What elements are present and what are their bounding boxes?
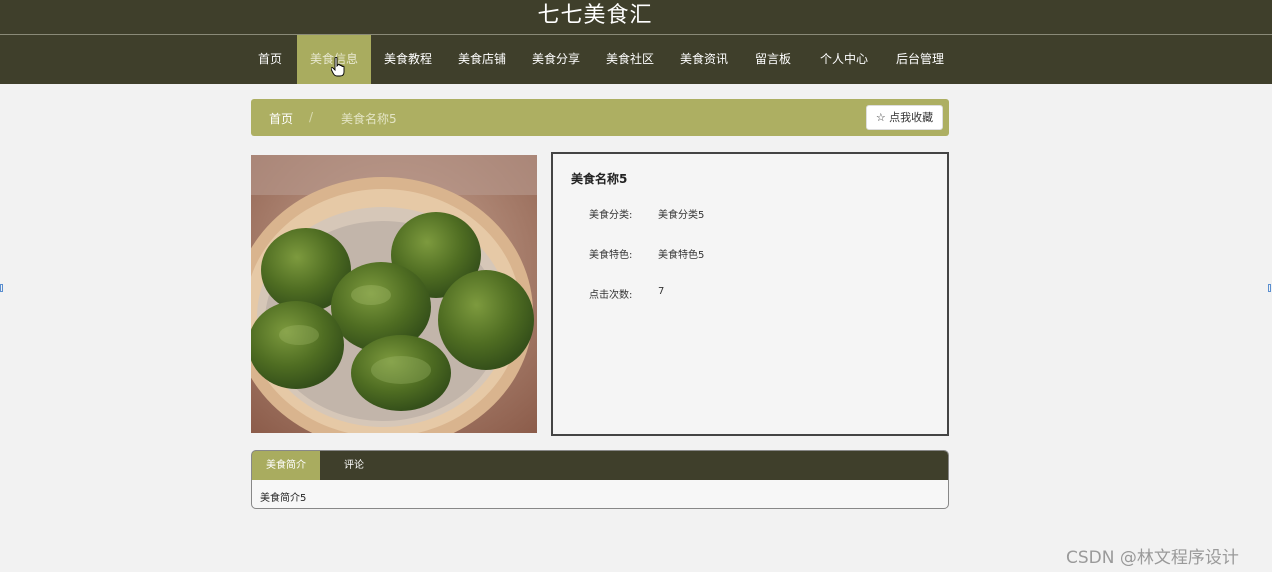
click-count-value: 7	[658, 286, 665, 297]
feature-label: 美食特色:	[589, 250, 633, 261]
tabs-header: 美食简介 评论	[252, 451, 948, 480]
nav-item-food-shop[interactable]: 美食店铺	[450, 35, 514, 84]
tab-content-text: 美食简介5	[260, 493, 307, 504]
breadcrumb-current: 美食名称5	[341, 112, 397, 126]
nav-item-food-tutorial[interactable]: 美食教程	[376, 35, 440, 84]
nav-item-food-community[interactable]: 美食社区	[598, 35, 662, 84]
breadcrumb-separator: /	[309, 110, 314, 124]
nav-item-admin[interactable]: 后台管理	[887, 35, 953, 84]
breadcrumb: 首页 / 美食名称5 ☆ 点我收藏	[251, 99, 949, 136]
food-detail-panel: 美食名称5 美食分类: 美食分类5 美食特色: 美食特色5 点击次数: 7	[551, 152, 949, 436]
food-image	[251, 155, 537, 433]
nav-item-message-board[interactable]: 留言板	[746, 35, 800, 84]
nav-item-food-news[interactable]: 美食资讯	[672, 35, 736, 84]
category-label: 美食分类:	[589, 210, 633, 221]
watermark: CSDN @林文程序设计	[1066, 548, 1239, 568]
favorite-button[interactable]: ☆ 点我收藏	[866, 105, 943, 130]
left-edge-marker	[0, 284, 3, 292]
breadcrumb-home-link[interactable]: 首页	[269, 110, 293, 127]
top-header: 七七美食汇 首页 美食信息 美食教程 美食店铺 美食分享 美食社区 美食资讯 留…	[0, 0, 1272, 84]
right-edge-marker	[1268, 284, 1271, 292]
nav-item-home[interactable]: 首页	[248, 35, 292, 84]
site-title: 七七美食汇	[537, 3, 653, 28]
nav-item-food-share[interactable]: 美食分享	[524, 35, 588, 84]
main-nav: 首页 美食信息 美食教程 美食店铺 美食分享 美食社区 美食资讯 留言板 个人中…	[0, 35, 1272, 84]
category-value: 美食分类5	[658, 210, 705, 221]
tab-food-intro[interactable]: 美食简介	[252, 451, 320, 480]
detail-tabs: 美食简介 评论 美食简介5	[251, 450, 949, 509]
feature-value: 美食特色5	[658, 250, 705, 261]
nav-item-personal-center[interactable]: 个人中心	[811, 35, 877, 84]
hand-cursor-icon	[331, 57, 345, 77]
tab-comments[interactable]: 评论	[324, 451, 384, 480]
click-count-label: 点击次数:	[589, 290, 633, 301]
food-name: 美食名称5	[571, 172, 628, 186]
